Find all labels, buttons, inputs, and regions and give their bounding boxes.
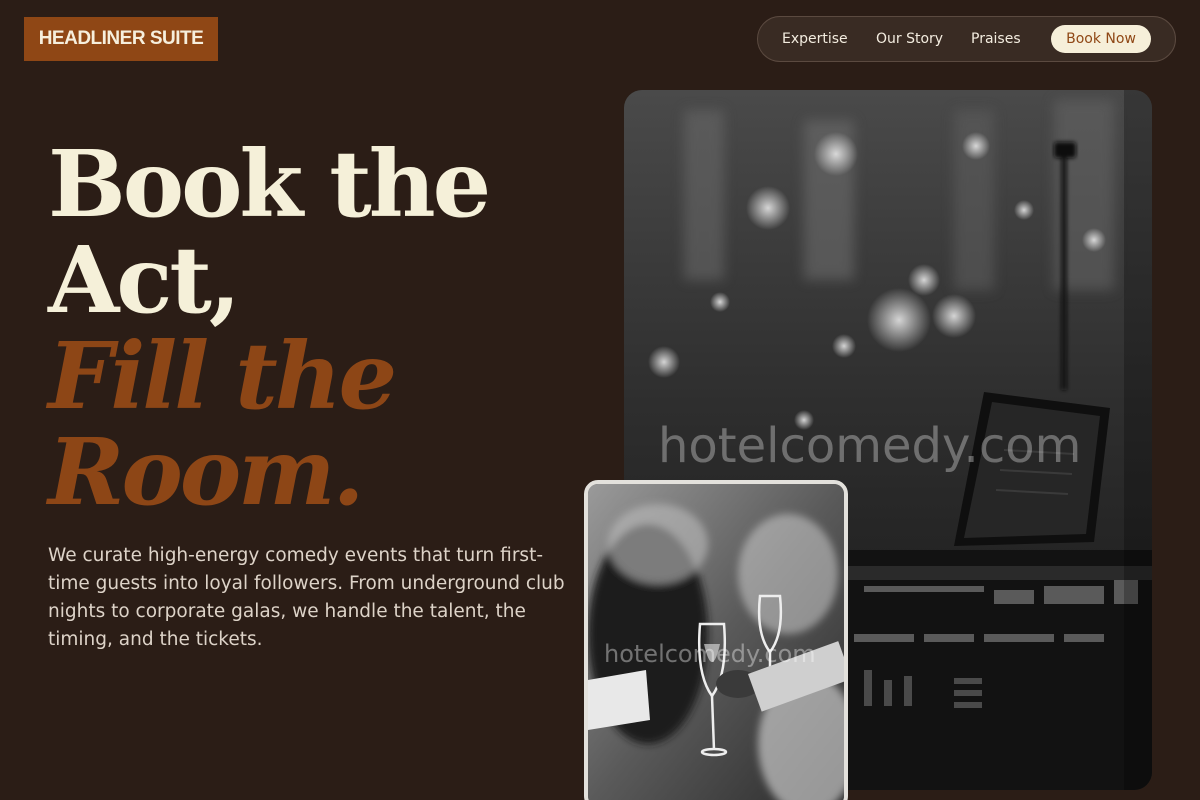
headline-line-3: Fill the [48, 322, 397, 430]
main-photo-watermark: hotelcomedy.com [658, 418, 1082, 474]
headline-line-2: Act, [48, 226, 241, 334]
nav-link-our-story[interactable]: Our Story [876, 17, 943, 61]
book-now-button[interactable]: Book Now [1051, 25, 1151, 53]
nav-link-expertise[interactable]: Expertise [782, 17, 848, 61]
headline-line-4: Room. [48, 418, 365, 526]
headline-line-1: Book the [48, 130, 491, 238]
main-nav: Expertise Our Story Praises Book Now [757, 16, 1176, 62]
brand-logo-text: HEADLINER SUITE [38, 28, 204, 49]
brand-logo[interactable]: HEADLINER SUITE [24, 17, 218, 61]
hero-headline: Book the Act, Fill the Room. [48, 130, 491, 526]
hero-lead-paragraph: We curate high-energy comedy events that… [48, 545, 565, 650]
inset-photo-watermark: hotelcomedy.com [604, 640, 816, 668]
nav-link-praises[interactable]: Praises [971, 17, 1021, 61]
page: HEADLINER SUITE Expertise Our Story Prai… [0, 0, 1200, 800]
toast-photo: hotelcomedy.com [584, 480, 848, 800]
